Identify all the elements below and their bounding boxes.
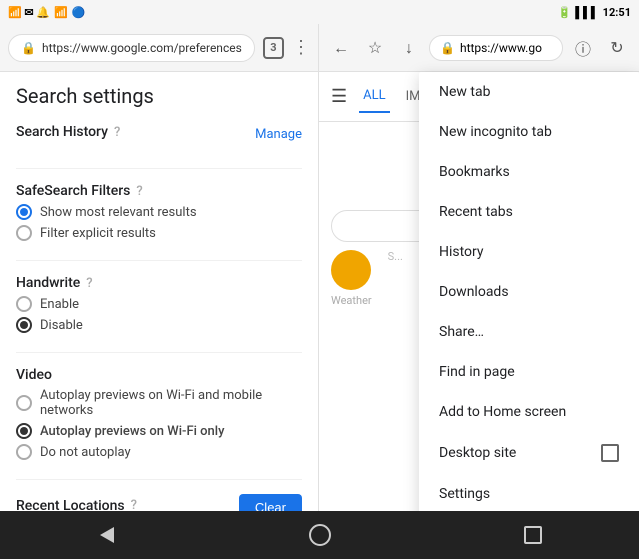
- section-title-recent-locations: Recent Locations ?: [16, 498, 137, 512]
- radio-dot-autoplay-all: [16, 395, 32, 411]
- section-title-search-history: Search History ?: [16, 124, 120, 140]
- weather-icon: [331, 250, 371, 290]
- menu-item-share[interactable]: Share…: [419, 312, 639, 352]
- radio-dot-no-autoplay: [16, 444, 32, 460]
- status-bar-right: 🔋 ▌▌▌ 12:51: [558, 6, 631, 19]
- back-nav-icon[interactable]: ←: [327, 34, 355, 62]
- tab-count[interactable]: 3: [263, 37, 284, 59]
- back-arrow-icon: [100, 527, 114, 543]
- section-title-video: Video: [16, 367, 302, 383]
- section-video: Video Autoplay previews on Wi-Fi and mob…: [16, 367, 302, 480]
- radio-dot-autoplay-wifi: [16, 423, 32, 439]
- right-address-bar: ← ☆ ↓ 🔒 https://www.go ⓘ ↻: [319, 24, 639, 72]
- hamburger-icon[interactable]: ☰: [331, 86, 347, 107]
- bottom-nav: [0, 511, 639, 559]
- wifi-icon: 📶: [54, 6, 68, 19]
- section-title-handwrite: Handwrite ?: [16, 275, 302, 291]
- home-button[interactable]: [300, 515, 340, 555]
- help-icon-safesearch: ?: [136, 184, 142, 199]
- recent-locations-header-row: Recent Locations ? Clear: [16, 494, 302, 511]
- info-icon[interactable]: ⓘ: [569, 34, 597, 62]
- status-time: 12:51: [603, 6, 631, 19]
- clear-button[interactable]: Clear: [239, 494, 302, 511]
- status-bar-left: 📶 ✉ 🔔 📶 🔵: [8, 6, 85, 19]
- weather-label: Weather: [331, 294, 372, 307]
- dropdown-menu: New tab New incognito tab Bookmarks Rece…: [419, 72, 639, 511]
- desktop-site-checkbox[interactable]: [601, 444, 619, 462]
- radio-dot-show-relevant: [16, 204, 32, 220]
- section-handwrite: Handwrite ? Enable Disable: [16, 275, 302, 353]
- radio-filter-explicit[interactable]: Filter explicit results: [16, 225, 302, 241]
- right-lock-icon: 🔒: [440, 41, 455, 55]
- main-area: 🔒 https://www.google.com/preferences 3 ⋮…: [0, 24, 639, 511]
- more-shortcut: S...: [388, 250, 403, 307]
- page-title: Search settings: [16, 84, 302, 108]
- menu-item-add-to-home[interactable]: Add to Home screen: [419, 392, 639, 432]
- section-safesearch: SafeSearch Filters ? Show most relevant …: [16, 183, 302, 261]
- menu-item-find-in-page[interactable]: Find in page: [419, 352, 639, 392]
- section-search-history: Search History ? Manage: [16, 124, 302, 169]
- manage-button[interactable]: Manage: [255, 127, 302, 142]
- left-panel: 🔒 https://www.google.com/preferences 3 ⋮…: [0, 24, 319, 511]
- radio-dot-enable: [16, 296, 32, 312]
- left-address-bar: 🔒 https://www.google.com/preferences 3 ⋮: [0, 24, 318, 72]
- radio-dot-disable: [16, 317, 32, 333]
- left-content: Search settings Search History ? Manage …: [0, 72, 318, 511]
- help-icon-handwrite: ?: [86, 276, 92, 291]
- battery-icon: 🔋: [558, 6, 572, 19]
- signal-icon: ▌▌▌: [575, 6, 598, 19]
- section-title-safesearch: SafeSearch Filters ?: [16, 183, 302, 199]
- radio-enable[interactable]: Enable: [16, 296, 302, 312]
- download-icon[interactable]: ↓: [395, 34, 423, 62]
- help-icon-search-history: ?: [114, 125, 120, 140]
- star-icon[interactable]: ☆: [361, 34, 389, 62]
- bt-icon: 🔵: [72, 6, 86, 19]
- app-icons: 📶 ✉ 🔔: [8, 6, 50, 19]
- tab-all[interactable]: ALL: [359, 80, 389, 113]
- section-manage-row: Search History ? Manage: [16, 124, 302, 144]
- left-url-box[interactable]: 🔒 https://www.google.com/preferences: [8, 34, 255, 62]
- right-panel: ← ☆ ↓ 🔒 https://www.go ⓘ ↻ ☰ ALL IMAGES: [319, 24, 639, 511]
- right-url-box[interactable]: 🔒 https://www.go: [429, 35, 563, 61]
- help-icon-recent-locations: ?: [131, 498, 137, 511]
- left-url-text: https://www.google.com/preferences: [42, 41, 242, 55]
- menu-item-settings[interactable]: Settings: [419, 474, 639, 511]
- lock-icon: 🔒: [21, 41, 36, 55]
- menu-item-new-incognito[interactable]: New incognito tab: [419, 112, 639, 152]
- refresh-icon[interactable]: ↻: [603, 34, 631, 62]
- radio-autoplay-wifi[interactable]: Autoplay previews on Wi-Fi only: [16, 423, 302, 439]
- radio-show-relevant[interactable]: Show most relevant results: [16, 204, 302, 220]
- menu-item-bookmarks[interactable]: Bookmarks: [419, 152, 639, 192]
- recent-square-icon: [524, 526, 542, 544]
- radio-disable[interactable]: Disable: [16, 317, 302, 333]
- menu-item-recent-tabs[interactable]: Recent tabs: [419, 192, 639, 232]
- recent-button[interactable]: [513, 515, 553, 555]
- right-url-text: https://www.go: [460, 41, 542, 55]
- status-bar: 📶 ✉ 🔔 📶 🔵 🔋 ▌▌▌ 12:51: [0, 0, 639, 24]
- left-menu-dots[interactable]: ⋮: [292, 37, 310, 58]
- menu-item-history[interactable]: History: [419, 232, 639, 272]
- menu-item-new-tab[interactable]: New tab: [419, 72, 639, 112]
- back-button[interactable]: [87, 515, 127, 555]
- home-circle-icon: [309, 524, 331, 546]
- radio-autoplay-all[interactable]: Autoplay previews on Wi-Fi and mobile ne…: [16, 388, 302, 418]
- section-recent-locations: Recent Locations ? Clear Save recent loc…: [16, 494, 302, 511]
- weather-shortcut: Weather: [331, 250, 372, 307]
- menu-item-desktop-site[interactable]: Desktop site: [419, 432, 639, 474]
- radio-no-autoplay[interactable]: Do not autoplay: [16, 444, 302, 460]
- menu-item-downloads[interactable]: Downloads: [419, 272, 639, 312]
- radio-dot-filter-explicit: [16, 225, 32, 241]
